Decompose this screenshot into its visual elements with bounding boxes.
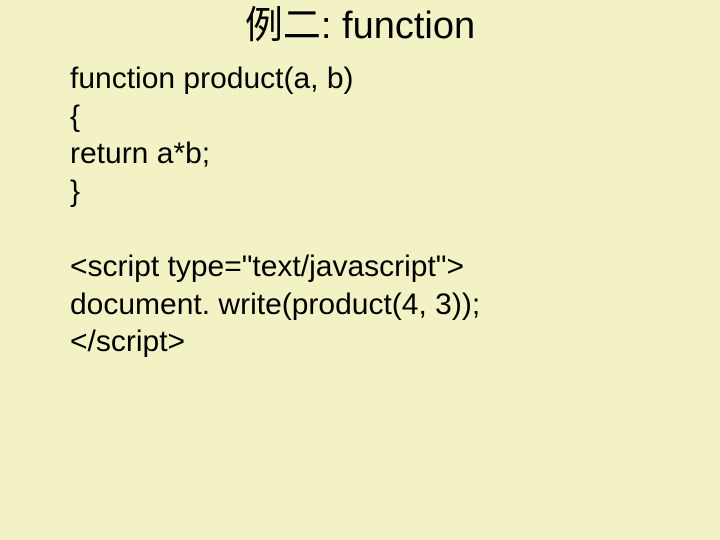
blank-line (70, 210, 660, 248)
code-line: function product(a, b) (70, 60, 660, 98)
code-block: function product(a, b) { return a*b; } <… (70, 60, 660, 361)
code-line: </script> (70, 323, 660, 361)
code-line: return a*b; (70, 135, 660, 173)
slide-title: 例二: function (0, 6, 720, 48)
code-line: } (70, 173, 660, 211)
slide: 例二: function function product(a, b) { re… (0, 0, 720, 540)
code-line: { (70, 98, 660, 136)
code-line: document. write(product(4, 3)); (70, 286, 660, 324)
code-line: <script type="text/javascript"> (70, 248, 660, 286)
